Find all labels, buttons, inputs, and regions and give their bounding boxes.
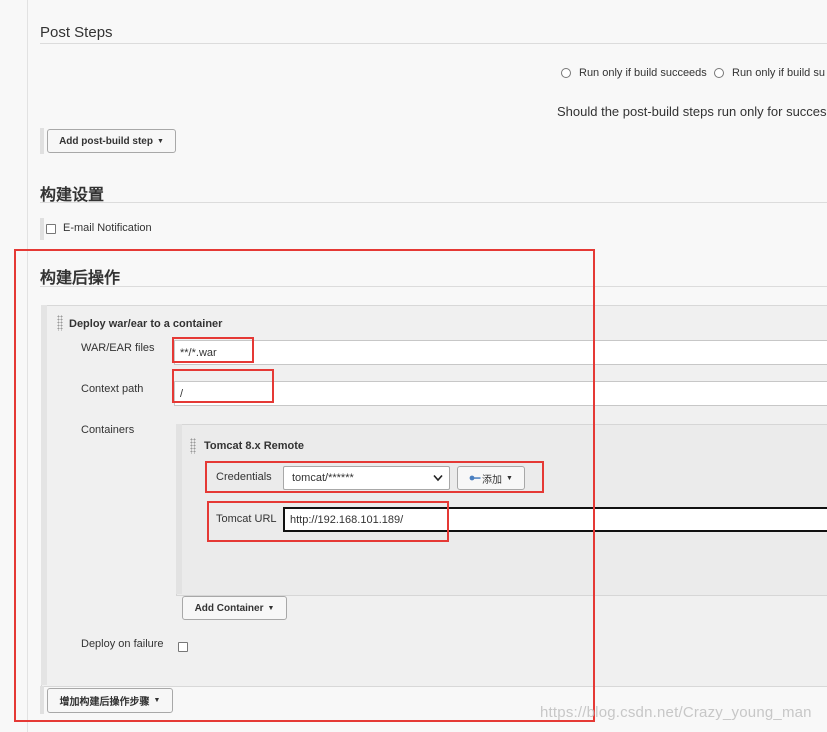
run-if-build-option[interactable]: Run only if build su [714,67,827,79]
post-steps-title: Post Steps [40,24,113,41]
annotation-box-tomcat-url [207,501,449,542]
post-steps-divider [40,43,827,44]
post-steps-help-text: Should the post-build steps run only for… [557,104,827,119]
add-post-build-step-button[interactable]: Add post-build step ▼ [47,129,176,153]
run-if-succeeds-option[interactable]: Run only if build succeeds [561,67,707,79]
caret-down-icon: ▼ [156,137,164,145]
run-if-succeeds-label: Run only if build succeeds [579,67,707,79]
annotation-box-context-path [172,369,274,403]
post-steps-handle-bar [40,128,44,154]
run-if-build-radio[interactable] [714,68,724,78]
annotation-box-credentials [205,461,544,493]
annotation-box-war-files [172,337,254,363]
run-if-build-label: Run only if build su [732,67,825,79]
run-if-succeeds-radio[interactable] [561,68,571,78]
email-notification-label: E-mail Notification [63,222,152,234]
watermark-text: https://blog.csdn.net/Crazy_young_man [540,704,812,721]
email-notification-checkbox[interactable] [46,224,56,234]
build-settings-divider [40,202,827,203]
add-post-build-step-label: Add post-build step [59,135,153,147]
build-settings-handle-bar [40,218,44,240]
